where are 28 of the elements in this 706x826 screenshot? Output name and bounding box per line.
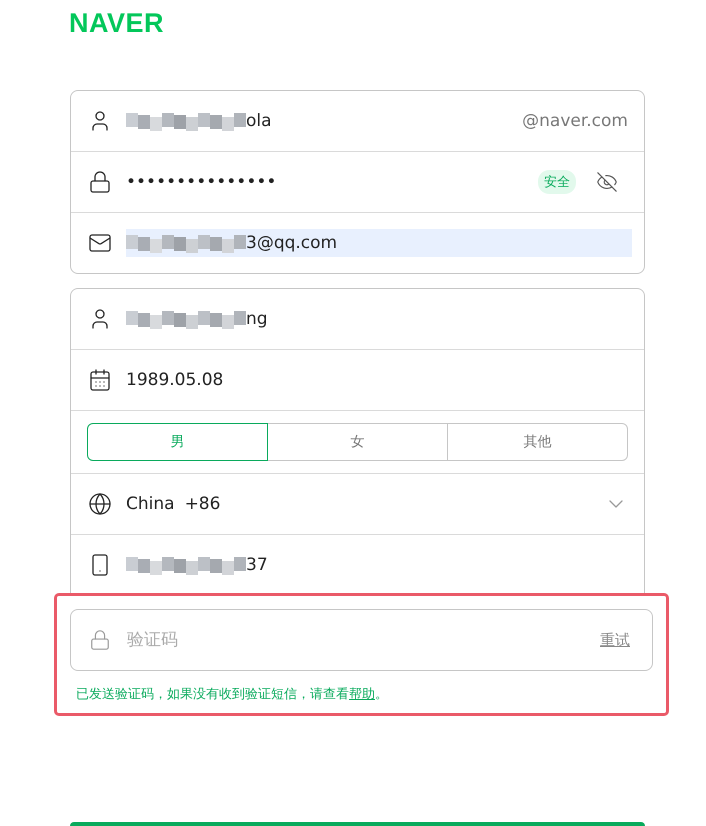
- phone-value: 37: [246, 554, 268, 577]
- phone-field[interactable]: 37: [126, 551, 628, 579]
- retry-link[interactable]: 重试: [600, 630, 630, 650]
- country-code: +86: [184, 493, 220, 516]
- globe-icon: [88, 492, 112, 516]
- name-value: ng: [246, 308, 268, 331]
- password-field[interactable]: •••••••••••••••: [126, 168, 524, 196]
- birthday-field[interactable]: 1989.05.08: [126, 366, 628, 394]
- birthday-value: 1989.05.08: [126, 369, 224, 392]
- id-field[interactable]: ola: [126, 107, 508, 135]
- lock-icon: [88, 170, 112, 194]
- verification-message: 已发送验证码，如果没有收到验证短信，请查看帮助。: [76, 686, 389, 703]
- id-value: ola: [246, 110, 272, 133]
- gender-option[interactable]: 女: [267, 423, 448, 461]
- email-field[interactable]: 3@qq.com: [126, 229, 632, 257]
- lock-icon: [89, 629, 111, 651]
- password-value: •••••••••••••••: [126, 171, 276, 194]
- calendar-icon: [88, 368, 112, 392]
- email-value: 3@qq.com: [246, 232, 338, 255]
- domain-suffix: @naver.com: [522, 111, 628, 131]
- hide-password-icon[interactable]: [596, 171, 618, 193]
- name-field[interactable]: ng: [126, 305, 628, 333]
- naver-logo: NAVER: [69, 8, 164, 38]
- strength-badge: 安全: [538, 170, 576, 194]
- verification-code-field[interactable]: 验证码 重试: [70, 609, 653, 671]
- gender-option[interactable]: 其他: [447, 423, 628, 461]
- country-select[interactable]: China +86: [126, 490, 590, 518]
- country-name: China: [126, 493, 175, 516]
